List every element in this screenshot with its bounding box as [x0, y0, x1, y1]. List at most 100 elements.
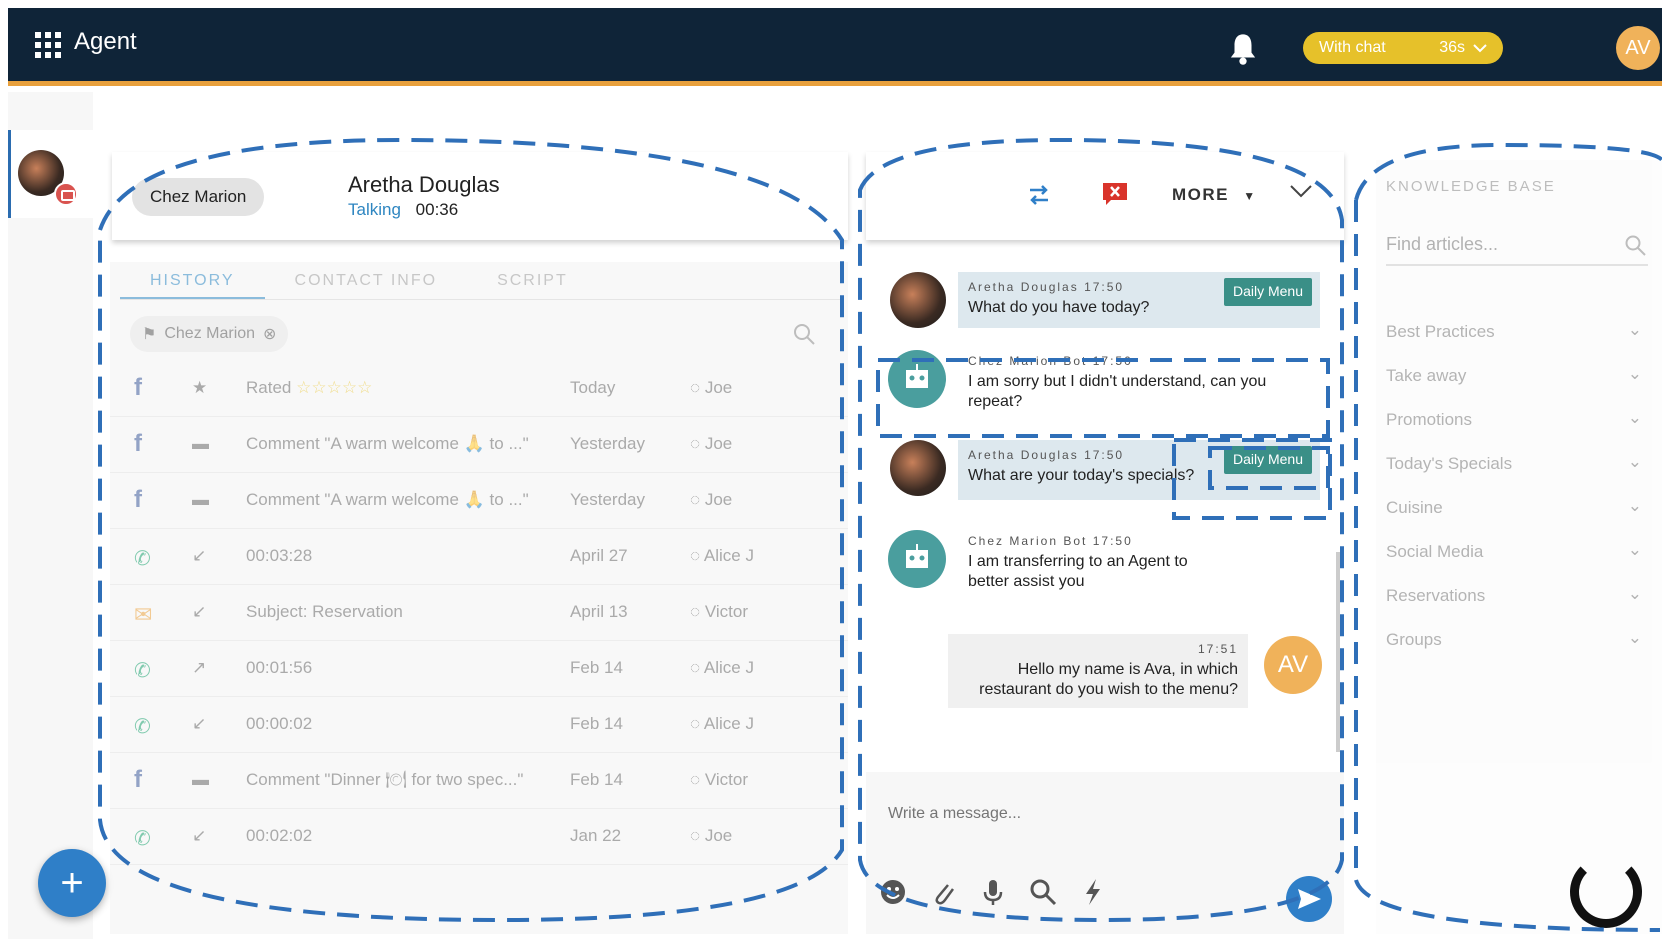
kb-category[interactable]: Today's Specials ⌄	[1386, 442, 1648, 486]
facebook-icon: f	[134, 430, 142, 457]
history-date: Yesterday	[570, 490, 645, 509]
agent-status-dropdown[interactable]: With chat 36s	[1303, 32, 1503, 64]
composer-toolbar	[878, 877, 1108, 907]
history-row[interactable]: ✆ ↙ 00:03:28 April 27 ◌ Alice J	[110, 528, 848, 585]
message-meta: Chez Marion Bot 17:50	[968, 354, 1133, 368]
send-button[interactable]	[1286, 876, 1332, 922]
chevron-down-icon: ⌄	[1627, 496, 1642, 515]
conversation-rail	[8, 92, 93, 939]
facebook-icon: f	[134, 486, 142, 513]
end-chat-icon[interactable]	[1102, 182, 1128, 206]
collapse-chevron-icon[interactable]	[1290, 184, 1312, 198]
kb-category[interactable]: Promotions ⌄	[1386, 398, 1648, 442]
history-description: Comment "A warm welcome 🙏 to ..."	[246, 434, 529, 453]
attachment-icon[interactable]	[928, 877, 958, 907]
customer-avatar	[890, 440, 946, 496]
history-row[interactable]: ✆ ↗ 00:01:56 Feb 14 ◌ Alice J	[110, 640, 848, 697]
history-date: Jan 22	[570, 826, 622, 845]
chat-message: Aretha Douglas 17:50 What do you have to…	[958, 272, 1320, 328]
history-tabs: HISTORY CONTACT INFO SCRIPT	[120, 262, 840, 300]
history-agent: ◌ Joe	[690, 490, 733, 509]
search-icon[interactable]	[792, 322, 816, 346]
tab-contact-info[interactable]: CONTACT INFO	[265, 262, 468, 299]
search-icon[interactable]	[1028, 877, 1058, 907]
history-agent: ◌ Joe	[690, 434, 733, 453]
transfer-icon[interactable]	[1026, 182, 1052, 208]
customer-avatar	[890, 272, 946, 328]
history-row[interactable]: f ▬ Comment "Dinner 🍽 for two spec..." F…	[110, 752, 848, 809]
chevron-down-icon: ⌄	[1627, 540, 1642, 559]
history-date: Today	[570, 378, 616, 397]
top-bar: Agent With chat 36s AV	[8, 8, 1662, 86]
search-icon[interactable]	[1624, 234, 1646, 256]
more-menu-button[interactable]: MORE ▼	[1172, 185, 1257, 205]
message-meta: 17:51	[1197, 642, 1238, 656]
daily-menu-tag[interactable]: Daily Menu	[1223, 278, 1312, 306]
history-agent: ◌ Joe	[690, 378, 733, 397]
flag-icon: ⚑	[142, 326, 157, 343]
kb-category[interactable]: Groups ⌄	[1386, 618, 1648, 662]
filter-chip[interactable]: ⚑ Chez Marion ⊗	[130, 316, 289, 352]
incoming-arrow-icon: ↙	[192, 826, 207, 845]
phone-icon: ✆	[134, 716, 151, 738]
call-duration: 00:36	[415, 200, 459, 219]
chevron-down-icon: ⌄	[1627, 584, 1642, 603]
brand-logo	[1570, 856, 1642, 928]
chevron-down-icon: ⌄	[1627, 452, 1642, 471]
kb-category[interactable]: Reservations ⌄	[1386, 574, 1648, 618]
chat-scrollbar[interactable]	[1336, 552, 1340, 752]
history-description: Subject: Reservation	[246, 602, 403, 621]
chat-header: MORE ▼	[866, 152, 1344, 240]
notification-bell-icon[interactable]	[1228, 32, 1258, 66]
history-description: 00:01:56	[246, 658, 313, 677]
comment-icon: ▬	[192, 770, 209, 789]
history-row[interactable]: ✆ ↙ 00:00:02 Feb 14 ◌ Alice J	[110, 696, 848, 753]
history-row[interactable]: ✉ ↙ Subject: Reservation April 13 ◌ Vict…	[110, 584, 848, 641]
apps-grid-icon[interactable]	[35, 32, 61, 58]
history-row[interactable]: f ▬ Comment "A warm welcome 🙏 to ..." Ye…	[110, 416, 848, 473]
incoming-arrow-icon: ↙	[192, 602, 207, 621]
email-icon: ✉	[134, 602, 153, 627]
message-input[interactable]	[878, 772, 1328, 856]
history-description: Comment "Dinner 🍽 for two spec..."	[246, 770, 524, 789]
kb-category[interactable]: Take away ⌄	[1386, 354, 1648, 398]
daily-menu-tag[interactable]: Daily Menu	[1223, 446, 1312, 474]
phone-icon: ✆	[134, 660, 151, 682]
outgoing-arrow-icon: ↗	[192, 658, 207, 677]
emoji-icon[interactable]	[878, 877, 908, 907]
call-state: Talking	[348, 200, 401, 219]
phone-icon: ✆	[134, 548, 151, 570]
history-date: Feb 14	[570, 714, 623, 733]
kb-search-input[interactable]	[1386, 226, 1606, 262]
incoming-arrow-icon: ↙	[192, 714, 207, 733]
bot-avatar-icon	[888, 530, 946, 588]
kb-category[interactable]: Cuisine ⌄	[1386, 486, 1648, 530]
user-avatar[interactable]: AV	[1616, 26, 1660, 70]
kb-search	[1386, 226, 1648, 266]
comment-icon: ▬	[192, 434, 209, 453]
history-row[interactable]: f ★ Rated ☆☆☆☆☆ Today ◌ Joe	[110, 360, 848, 417]
star-icon: ★	[192, 378, 208, 397]
history-description: 00:03:28	[246, 546, 313, 565]
lightning-icon[interactable]	[1078, 877, 1108, 907]
tab-script[interactable]: SCRIPT	[467, 262, 598, 299]
company-chip[interactable]: Chez Marion	[132, 178, 265, 216]
kb-category[interactable]: Social Media ⌄	[1386, 530, 1648, 574]
remove-filter-icon[interactable]: ⊗	[263, 324, 276, 344]
microphone-icon[interactable]	[978, 877, 1008, 907]
chevron-down-icon: ⌄	[1627, 628, 1642, 647]
history-description: 00:00:02	[246, 714, 313, 733]
message-composer	[866, 772, 1344, 934]
history-panel: HISTORY CONTACT INFO SCRIPT ⚑ Chez Mario…	[110, 262, 848, 934]
message-meta: Chez Marion Bot 17:50	[968, 534, 1133, 548]
history-agent: ◌ Victor	[690, 770, 748, 789]
history-description: 00:02:02	[246, 826, 313, 845]
history-row[interactable]: ✆ ↙ 00:02:02 Jan 22 ◌ Joe	[110, 808, 848, 865]
tab-history[interactable]: HISTORY	[120, 262, 265, 299]
kb-category[interactable]: Best Practices ⌄	[1386, 310, 1648, 354]
chat-message: 17:51 Hello my name is Ava, in which res…	[948, 634, 1248, 708]
message-text: I am transferring to an Agent to better …	[968, 553, 1188, 590]
new-interaction-button[interactable]: +	[38, 849, 106, 917]
chevron-down-icon	[1473, 44, 1487, 53]
history-row[interactable]: f ▬ Comment "A warm welcome 🙏 to ..." Ye…	[110, 472, 848, 529]
